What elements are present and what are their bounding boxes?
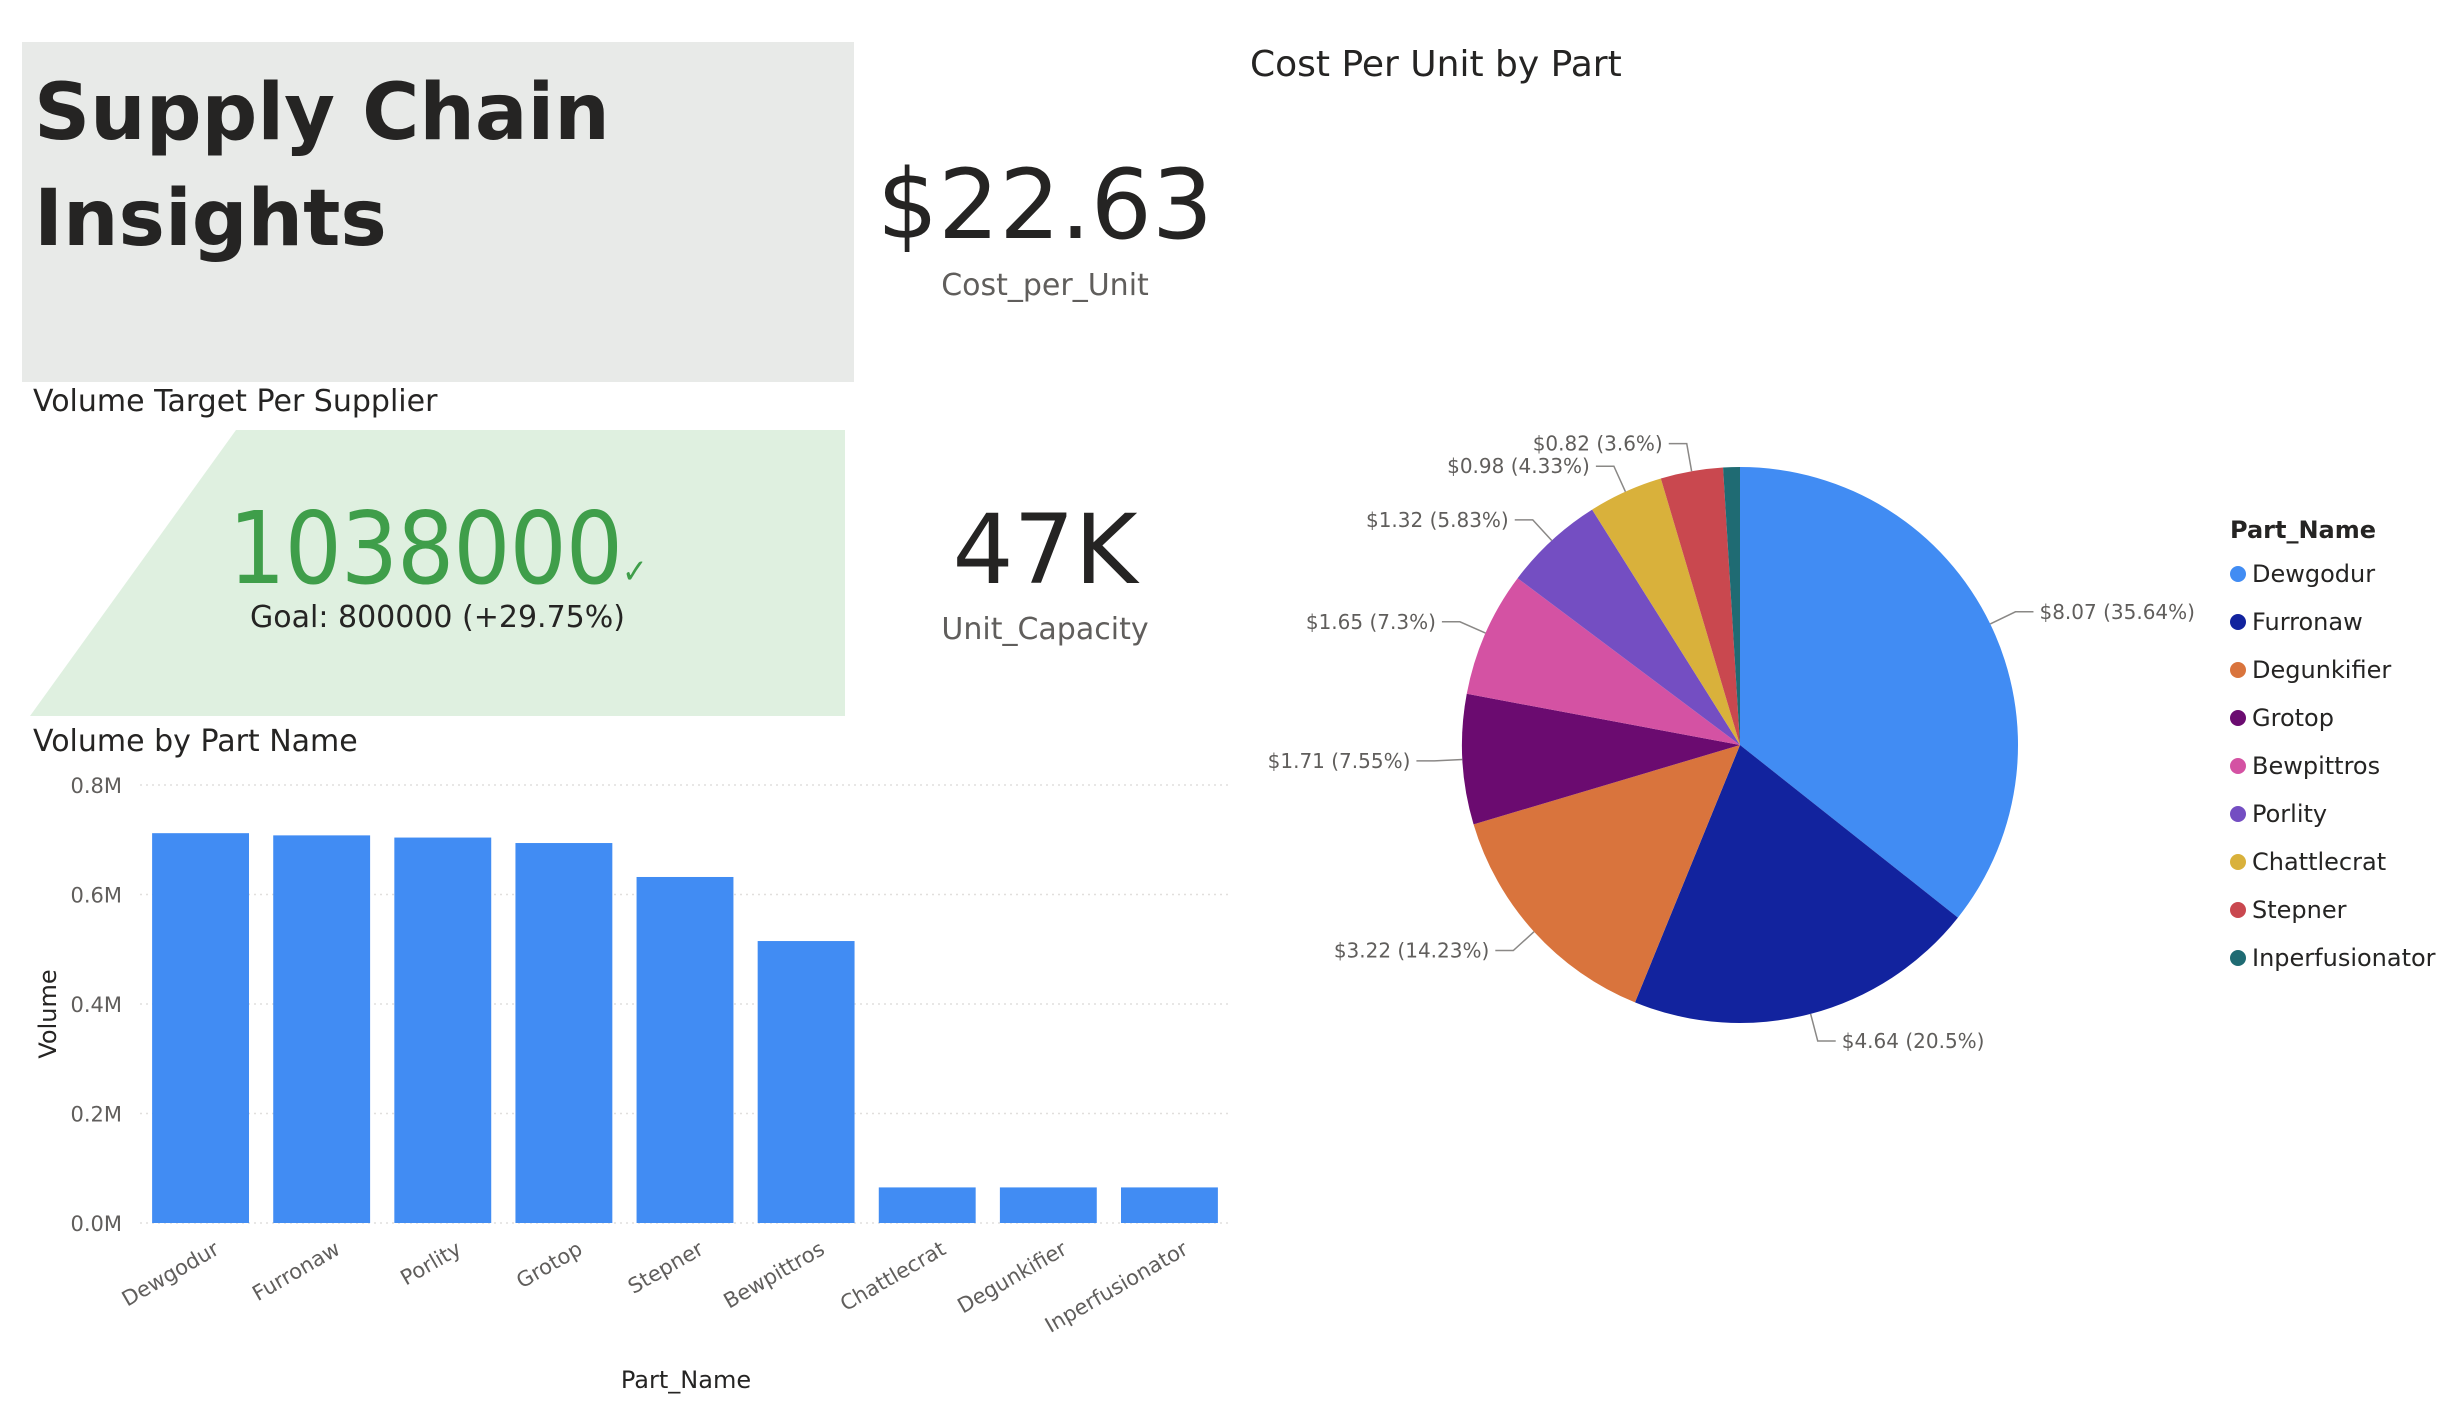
title-panel: Supply Chain Insights [22,42,854,382]
legend-label: Bewpittros [2252,752,2381,780]
kpi-value: 1038000✓ [30,490,845,607]
legend-item[interactable]: Chattlecrat [2230,838,2436,886]
title-line-1: Supply Chain [34,68,610,158]
legend-marker [2230,902,2246,918]
leader-line [1416,758,1463,762]
data-label: $1.65 (7.3%) [1306,610,1436,634]
data-label: $0.98 (4.33%) [1447,454,1590,478]
data-label: $4.64 (20.5%) [1842,1029,1985,1053]
x-tick-label: Grotop [512,1237,586,1294]
unit-capacity-label: Unit_Capacity [941,612,1149,647]
pie-legend: Part_Name Dewgodur Furronaw Degunkifier Gro… [2230,510,2436,982]
legend-item[interactable]: Furronaw [2230,598,2436,646]
pie-chart-title: Cost Per Unit by Part [1250,44,1622,85]
y-tick-label: 0.0M [70,1212,122,1236]
x-tick-label: Furronaw [248,1237,344,1306]
bar[interactable] [152,833,249,1223]
cost-per-unit-value: $22.63 [877,149,1213,261]
data-label: $3.22 (14.23%) [1334,939,1489,963]
legend-label: Grotop [2252,704,2334,732]
legend-marker [2230,806,2246,822]
x-tick-label: Bewpittros [720,1237,829,1314]
x-tick-label: Stepner [624,1236,708,1298]
unit-capacity-value: 47K [952,494,1138,606]
dashboard-title: Supply Chain Insights [34,60,610,272]
data-label: $1.32 (5.83%) [1366,508,1509,532]
legend-item[interactable]: Grotop [2230,694,2436,742]
x-tick-label: Dewgodur [118,1236,224,1311]
legend-item[interactable]: Degunkifier [2230,646,2436,694]
bar-chart: 0.0M 0.2M 0.4M 0.6M 0.8M Volume Dewgodur Furron… [34,774,1230,1394]
legend-title: Part_Name [2230,516,2377,544]
leader-line [1668,442,1693,472]
leader-line [1441,621,1486,634]
leader-line [1809,1013,1836,1042]
kpi-number: 1038000 [228,490,623,607]
legend-label: Dewgodur [2252,560,2376,588]
leader-line [1495,931,1535,952]
data-label: $8.07 (35.64%) [2039,600,2194,624]
y-tick-label: 0.4M [70,993,122,1017]
legend-marker [2230,854,2246,870]
legend-label: Degunkifier [2252,656,2392,684]
bar[interactable] [636,876,734,1223]
bar[interactable] [1121,1187,1218,1223]
x-tick-label: Porlity [396,1237,465,1291]
bar[interactable] [757,941,855,1223]
data-label: $0.82 (3.6%) [1533,432,1663,456]
check-icon: ✓ [621,552,648,592]
kpi-goal: Goal: 800000 (+29.75%) [250,600,625,635]
bar-chart-title: Volume by Part Name [33,724,358,759]
bar[interactable] [878,1187,976,1223]
x-tick-label: Degunkifier [953,1236,1071,1318]
y-tick-label: 0.6M [70,884,122,908]
legend-items: Dewgodur Furronaw Degunkifier Grotop Bewpitt… [2230,550,2436,982]
legend-marker [2230,566,2246,582]
bar[interactable] [394,837,492,1223]
legend-label: Inperfusionator [2252,944,2436,972]
legend-item[interactable]: Porlity [2230,790,2436,838]
data-label: $1.71 (7.55%) [1268,749,1411,773]
y-tick-label: 0.8M [70,774,122,798]
bar[interactable] [999,1187,1097,1223]
x-axis-label: Part_Name [621,1366,751,1394]
legend-label: Porlity [2252,800,2328,828]
leader-line [1514,519,1553,541]
bar[interactable] [515,843,613,1223]
cost-per-unit-label: Cost_per_Unit [941,268,1149,303]
legend-marker [2230,614,2246,630]
leader-line [1989,611,2034,625]
y-tick-label: 0.2M [70,1103,122,1127]
x-tick-label: Chattlecrat [836,1237,950,1316]
legend-marker [2230,662,2246,678]
legend-item[interactable]: Inperfusionator [2230,934,2436,982]
legend-marker [2230,710,2246,726]
legend-item[interactable]: Bewpittros [2230,742,2436,790]
legend-item[interactable]: Stepner [2230,886,2436,934]
legend-marker [2230,950,2246,966]
legend-label: Furronaw [2252,608,2363,636]
legend-marker [2230,758,2246,774]
legend-item[interactable]: Dewgodur [2230,550,2436,598]
y-axis-label: Volume [34,969,62,1058]
legend-label: Stepner [2252,896,2347,924]
legend-label: Chattlecrat [2252,848,2387,876]
kpi-section-title: Volume Target Per Supplier [33,384,438,419]
title-line-2: Insights [34,174,387,264]
pie-chart: $8.07 (35.64%) $4.64 (20.5%) $3.22 (14.23%… [1268,432,2195,1053]
kpi-visual: 1038000✓ Goal: 800000 (+29.75%) [30,430,845,716]
bar[interactable] [273,835,371,1223]
leader-line [1595,465,1627,493]
